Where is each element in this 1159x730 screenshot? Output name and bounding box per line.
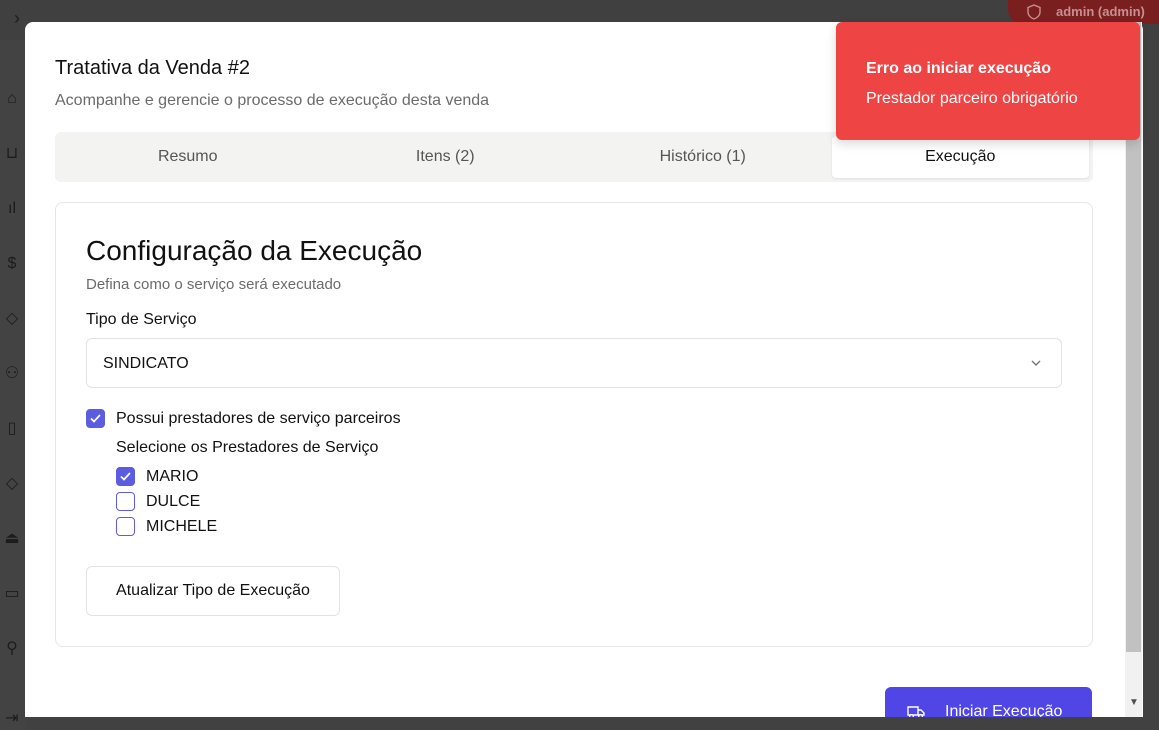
provider-checkbox-michele[interactable] bbox=[116, 517, 135, 536]
shield-icon bbox=[1027, 4, 1041, 20]
provider-checkbox-mario[interactable] bbox=[116, 467, 135, 486]
users-icon: ⚇ bbox=[4, 365, 20, 382]
scroll-down-arrow-icon[interactable]: ▼ bbox=[1129, 697, 1139, 708]
card-icon: ▭ bbox=[4, 585, 20, 602]
user-badge-label: admin (admin) bbox=[1056, 4, 1145, 19]
check-icon bbox=[120, 472, 131, 481]
partners-checkbox[interactable] bbox=[86, 409, 105, 428]
update-execution-type-button[interactable]: Atualizar Tipo de Execução bbox=[86, 566, 340, 616]
execution-config-card: Configuração da Execução Defina como o s… bbox=[55, 202, 1093, 647]
dollar-icon: $ bbox=[7, 255, 17, 272]
tag2-icon: ◇ bbox=[5, 475, 19, 492]
tab-resumo[interactable]: Resumo bbox=[59, 136, 317, 178]
building-icon: ⏏ bbox=[4, 530, 20, 547]
partners-checkbox-label: Possui prestadores de serviço parceiros bbox=[116, 410, 401, 427]
service-type-label: Tipo de Serviço bbox=[86, 311, 197, 328]
modal-subtitle: Acompanhe e gerencie o processo de execu… bbox=[55, 92, 490, 109]
provider-checkbox-dulce[interactable] bbox=[116, 492, 135, 511]
clipboard-icon: ▯ bbox=[7, 420, 17, 437]
modal-title: Tratativa da Venda #2 bbox=[55, 57, 250, 79]
tag-icon: ◇ bbox=[5, 310, 19, 327]
user-settings-icon: ⚲ bbox=[6, 640, 18, 657]
tab-execucao[interactable]: Execução bbox=[831, 136, 1089, 178]
error-toast: Erro ao iniciar execução Prestador parce… bbox=[836, 22, 1140, 140]
service-type-select[interactable]: SINDICATO bbox=[86, 338, 1062, 388]
logout-icon: ⇥ bbox=[5, 710, 19, 727]
card-subtitle: Defina como o serviço será executado bbox=[86, 276, 342, 293]
providers-label: Selecione os Prestadores de Serviço bbox=[116, 439, 379, 456]
provider-label-michele: MICHELE bbox=[146, 518, 218, 535]
home-icon: ⌂ bbox=[7, 90, 17, 107]
provider-label-dulce: DULCE bbox=[146, 493, 201, 510]
service-type-value: SINDICATO bbox=[103, 355, 189, 372]
cart-icon: ⊔ bbox=[5, 145, 19, 162]
chevron-down-icon bbox=[1031, 360, 1041, 366]
toast-title: Erro ao iniciar execução bbox=[866, 60, 1051, 77]
truck-icon bbox=[907, 706, 925, 717]
user-badge[interactable]: admin (admin) bbox=[1008, 0, 1159, 24]
chart-icon: ıl bbox=[8, 200, 16, 217]
provider-label-mario: MARIO bbox=[146, 468, 199, 485]
start-execution-button[interactable]: Iniciar Execução bbox=[885, 687, 1092, 717]
tab-historico[interactable]: Histórico (1) bbox=[574, 136, 832, 178]
background-sidebar: ⌂ ⊔ ıl $ ◇ ⚇ ▯ ◇ ⏏ ▭ ⚲ ⇥ bbox=[0, 40, 26, 730]
expand-sidebar-icon: › bbox=[14, 8, 20, 28]
check-icon bbox=[90, 414, 101, 423]
card-title: Configuração da Execução bbox=[86, 235, 423, 266]
start-execution-label: Iniciar Execução bbox=[945, 703, 1063, 717]
toast-message: Prestador parceiro obrigatório bbox=[866, 90, 1078, 107]
tab-itens[interactable]: Itens (2) bbox=[317, 136, 575, 178]
